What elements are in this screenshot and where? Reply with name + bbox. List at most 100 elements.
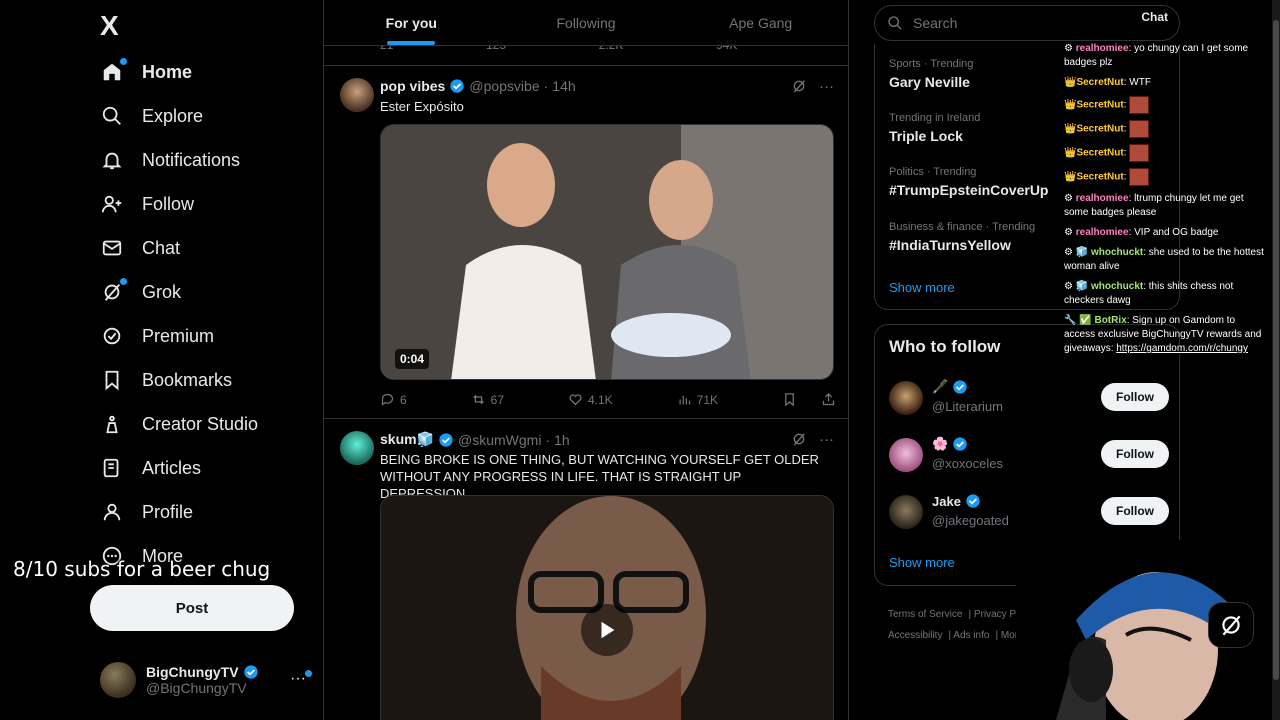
grok-icon[interactable]	[791, 431, 807, 447]
chat-button[interactable]: Chat	[1141, 10, 1168, 24]
trend-name: #IndiaTurnsYellow	[889, 237, 1011, 253]
view-count: 71K	[696, 392, 718, 407]
more-options-icon[interactable]: ···	[819, 78, 834, 95]
nav-follow[interactable]: Follow	[100, 184, 194, 224]
follow-button[interactable]: Follow	[1101, 497, 1169, 525]
account-more-icon[interactable]: ···	[290, 670, 312, 688]
nav-creator-studio[interactable]: Creator Studio	[100, 404, 258, 444]
tweet-timestamp[interactable]: 14h	[552, 78, 575, 94]
tweet-author-handle[interactable]: @skumWgmi	[458, 432, 541, 448]
tweet-avatar[interactable]	[340, 78, 374, 112]
nav-chat[interactable]: Chat	[100, 228, 180, 268]
chat-badge: 👑	[1064, 171, 1077, 183]
follow-button[interactable]: Follow	[1101, 383, 1169, 411]
chat-message: 👑SecretNut:	[1064, 144, 1264, 162]
grok-icon[interactable]	[791, 78, 807, 94]
chat-message: 👑SecretNut:	[1064, 96, 1264, 114]
more-options-icon[interactable]: ···	[819, 431, 834, 448]
nav-notifications-label: Notifications	[142, 149, 241, 170]
tweet-timestamp[interactable]: 1h	[554, 432, 570, 448]
tweet-text: Ester Expósito	[380, 99, 464, 114]
suggestion-name: Jake	[932, 493, 961, 509]
chat-emote-image	[1129, 144, 1150, 162]
chat-link[interactable]: https://gamdom.com/r/chungy	[1116, 343, 1248, 354]
play-button[interactable]	[581, 604, 633, 656]
chat-badge: 👑	[1064, 99, 1077, 111]
tab-ape-gang[interactable]: Ape Gang	[673, 0, 848, 45]
like-button[interactable]: 4.1K	[568, 392, 613, 407]
suggestion-handle: @xoxoceles	[932, 456, 1004, 471]
tweet[interactable]: skum🧊 @skumWgmi · 1h ··· BEING BROKE IS …	[324, 418, 848, 720]
search-input[interactable]: Search	[874, 5, 1180, 41]
trend-name: Gary Neville	[889, 74, 970, 90]
verified-badge-icon	[966, 494, 980, 508]
nav-articles[interactable]: Articles	[100, 448, 201, 488]
play-icon	[601, 621, 615, 639]
nav-notifications[interactable]: Notifications	[100, 140, 240, 180]
chat-emote-image	[1129, 120, 1150, 138]
nav-premium[interactable]: Premium	[100, 316, 214, 356]
post-button[interactable]: Post	[90, 585, 294, 631]
nav-bookmarks[interactable]: Bookmarks	[100, 360, 232, 400]
footer-link[interactable]: Ads info	[953, 630, 989, 641]
follow-suggestion[interactable]: 🖋️ @Literarium Follow	[889, 379, 1169, 419]
chat-username: SecretNut	[1076, 77, 1124, 88]
reply-button[interactable]: 6	[380, 392, 407, 407]
nav-follow-label: Follow	[142, 193, 195, 214]
nav-grok[interactable]: Grok	[100, 272, 181, 312]
scrollbar-thumb[interactable]	[1273, 20, 1279, 680]
tweet-author-handle[interactable]: @popsvibe	[469, 78, 539, 94]
trends-show-more-link[interactable]: Show more	[889, 280, 955, 295]
tab-following[interactable]: Following	[499, 0, 674, 45]
tweet-author-name[interactable]: skum🧊	[380, 431, 434, 448]
chat-badge: ⚙	[1064, 227, 1073, 238]
footer-link[interactable]: Terms of Service	[888, 609, 962, 620]
views-button[interactable]: 71K	[677, 392, 718, 407]
repost-button[interactable]: 67	[471, 392, 504, 407]
nav-profile[interactable]: Profile	[100, 492, 193, 532]
trend-item[interactable]: Politics · Trending #TrumpEpsteinCoverUp	[889, 166, 1048, 198]
suggestion-name-row: Jake	[932, 493, 981, 509]
tweet-avatar[interactable]	[340, 431, 374, 465]
tweet-dot-separator: ·	[545, 431, 551, 448]
chat-badge: ⚙ 🧊	[1064, 281, 1089, 292]
verified-badge-icon	[953, 437, 967, 451]
chat-username: BotRix	[1094, 315, 1127, 326]
left-navigation: X Home Explore Notifications Follow Chat…	[0, 0, 323, 720]
repost-count: 67	[490, 392, 505, 407]
account-switcher[interactable]: BigChungyTV @BigChungyTV	[100, 662, 259, 698]
share-icon[interactable]	[821, 392, 836, 407]
tweet-tools: ···	[791, 431, 834, 448]
chat-badge: 👑	[1064, 123, 1077, 135]
avatar[interactable]	[889, 381, 923, 415]
avatar[interactable]	[889, 495, 923, 529]
suggestion-name-row: 🌸	[932, 436, 968, 452]
grok-icon	[100, 278, 127, 304]
tweet-video[interactable]: 0:04	[380, 124, 834, 380]
trend-item[interactable]: Business & finance · Trending #IndiaTurn…	[889, 221, 1035, 253]
footer-link[interactable]: Accessibility	[888, 630, 942, 641]
chat-message: 🔧 ✅ BotRix: Sign up on Gamdom to access …	[1064, 315, 1262, 354]
trend-item[interactable]: Sports · Trending Gary Neville	[889, 58, 973, 90]
verified-badge-icon	[243, 665, 258, 679]
tab-for-you[interactable]: For you	[324, 0, 499, 45]
tweet-author-name[interactable]: pop vibes	[380, 78, 445, 94]
follow-suggestion[interactable]: 🌸 @xoxoceles Follow	[889, 436, 1169, 476]
follow-button[interactable]: Follow	[1101, 440, 1169, 468]
tweet-video[interactable]	[380, 495, 834, 720]
search-icon	[100, 104, 124, 128]
video-frame	[381, 125, 833, 379]
bookmark-icon[interactable]	[782, 392, 797, 407]
grok-floating-button[interactable]	[1208, 602, 1254, 648]
who-to-follow-show-more-link[interactable]: Show more	[889, 555, 955, 570]
nav-home[interactable]: Home	[100, 52, 192, 92]
follow-suggestion[interactable]: Jake @jakegoated Follow	[889, 493, 1169, 533]
nav-explore[interactable]: Explore	[100, 96, 203, 136]
x-logo-icon[interactable]: X	[100, 10, 119, 42]
tweet[interactable]: pop vibes @popsvibe · 14h ··· Ester Expó…	[324, 65, 848, 418]
views-chart-icon	[679, 395, 690, 405]
avatar[interactable]	[889, 438, 923, 472]
chat-message: ⚙ realhomiee: ltrump chungy let me get s…	[1064, 193, 1244, 218]
trend-item[interactable]: Trending in Ireland Triple Lock	[889, 112, 980, 144]
reply-count: 6	[400, 392, 407, 407]
